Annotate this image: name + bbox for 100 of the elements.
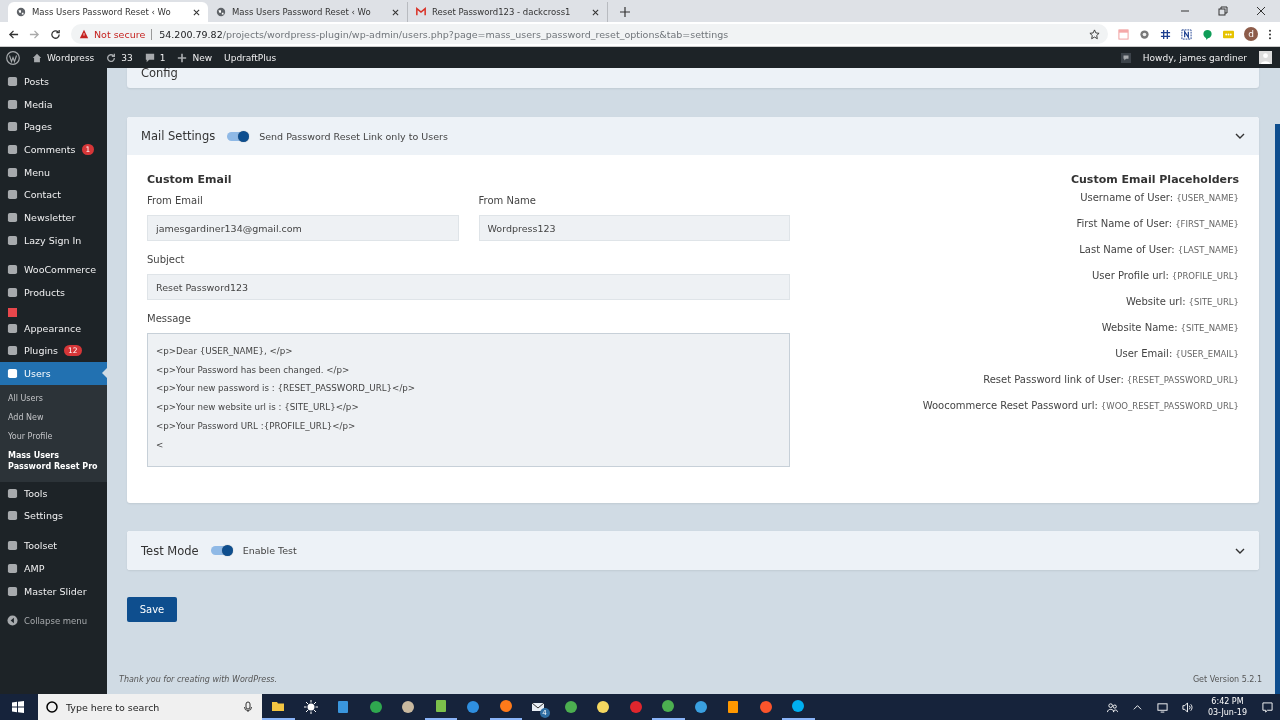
- app-icon: [563, 700, 578, 714]
- message-field[interactable]: <p>Dear {USER_NAME}, </p> <p>Your Password has been changed. </p> <p>Your new password is : {RESET_PASSWORD_URL}</p> <p>Your new website url is : {SITE_URL}</p> <p>Your Password URL :{PROFILE_URL}</p> <: [147, 333, 790, 467]
- chevron-icon[interactable]: [1235, 133, 1245, 139]
- volume-icon[interactable]: [1181, 701, 1193, 713]
- placeholder-token: {LAST_NAME}: [1177, 244, 1239, 255]
- close-icon[interactable]: [193, 8, 200, 16]
- speech-bubble-icon[interactable]: [1120, 52, 1131, 63]
- app-icon: [596, 700, 611, 714]
- sidebar-item[interactable]: Tools: [0, 481, 107, 505]
- name-field[interactable]: Wordpress123: [478, 215, 790, 241]
- panel-title: Mail Settings: [141, 129, 216, 143]
- browser-tab[interactable]: Mass Users Password Reset ‹ Wo: [8, 2, 208, 22]
- gear-icon[interactable]: [1139, 28, 1150, 40]
- placeholder-token: {USER_EMAIL}: [1175, 348, 1239, 359]
- square-icon: [7, 234, 18, 246]
- sidebar-item[interactable]: Lazy Sign In: [0, 228, 107, 252]
- chevron-icon[interactable]: [1235, 547, 1245, 554]
- reload-icon[interactable]: [50, 28, 61, 40]
- more-icon[interactable]: [1268, 28, 1272, 40]
- panel-header[interactable]: Test Mode Enable Test: [127, 531, 1259, 570]
- sidebar-item[interactable]: Newsletter: [0, 206, 107, 229]
- new-link[interactable]: New: [177, 52, 213, 63]
- sidebar-item[interactable]: Contact: [0, 183, 107, 207]
- new-tab-icon[interactable]: [620, 7, 630, 17]
- sidebar-item[interactable]: Pages: [0, 115, 107, 139]
- site-link[interactable]: Wordpress: [32, 52, 95, 63]
- square-icon: [7, 98, 18, 110]
- collapse-menu-button[interactable]: Collapse menu: [0, 609, 107, 633]
- star-icon[interactable]: [1089, 28, 1100, 40]
- app-icon: [661, 699, 676, 713]
- field-label: Message: [147, 313, 192, 324]
- placeholder-token: {SITE_URL}: [1188, 296, 1239, 307]
- plugin-link[interactable]: UpdraftPlus: [224, 52, 277, 63]
- updates-link[interactable]: 33: [106, 52, 133, 63]
- sidebar-item[interactable]: Products: [0, 281, 107, 304]
- app-icon: [466, 700, 481, 714]
- square-icon: [7, 540, 18, 552]
- square-icon: [7, 75, 18, 87]
- sidebar-item[interactable]: Master Slider: [0, 579, 107, 603]
- scrollbar[interactable]: [1275, 124, 1280, 694]
- sidebar-item[interactable]: Media: [0, 92, 107, 116]
- placeholder-label: Woocommerce Reset Password url:: [922, 400, 1098, 411]
- save-button[interactable]: Save: [127, 597, 177, 622]
- square-icon: [7, 211, 18, 223]
- sidebar-item[interactable]: Posts: [0, 70, 107, 93]
- submenu-item[interactable]: Add New: [0, 407, 107, 427]
- search-field[interactable]: Type here to search: [38, 694, 262, 720]
- close-icon[interactable]: [592, 8, 599, 16]
- sidebar-item[interactable]: Menu: [0, 160, 107, 184]
- notification-icon[interactable]: [1262, 701, 1273, 713]
- app-icon: [401, 700, 416, 714]
- restore-icon[interactable]: [1218, 6, 1228, 16]
- app-icon: [758, 700, 773, 714]
- section-title: Custom Email: [147, 173, 233, 186]
- square-icon: [7, 166, 18, 178]
- address-bar[interactable]: Not secure 54.200.79.82/projects/wordpress-plugin/wp-admin/users.php?page=mass_users_password_reset_options&tab=settings: [71, 24, 1108, 44]
- grid-icon[interactable]: [1160, 28, 1171, 40]
- submenu-item[interactable]: Mass Users Password Reset Pro: [0, 445, 107, 476]
- user-greeting[interactable]: Howdy, james gardiner: [1142, 52, 1247, 63]
- square-icon: [7, 322, 18, 334]
- people-icon[interactable]: [1106, 701, 1118, 713]
- panel-header[interactable]: Mail Settings Send Password Reset Link only to Users: [127, 117, 1259, 155]
- bubble-icon[interactable]: [1202, 28, 1213, 40]
- refresh-icon: [106, 52, 117, 63]
- close-icon[interactable]: [392, 8, 399, 16]
- app-icon: [498, 699, 513, 713]
- app-icon: [336, 700, 351, 714]
- app-icon: [433, 699, 448, 713]
- sidebar-item[interactable]: AMP: [0, 557, 107, 580]
- profile-avatar[interactable]: d: [1244, 27, 1258, 41]
- email-field[interactable]: jamesgardiner134@gmail.com: [147, 215, 459, 241]
- sidebar-item[interactable]: WooCommerce: [0, 258, 107, 282]
- subject-field[interactable]: Reset Password123: [147, 274, 790, 300]
- square-icon: [7, 143, 18, 155]
- toggle-switch[interactable]: [227, 131, 250, 141]
- sidebar-item[interactable]: Appearance: [0, 316, 107, 340]
- globe-icon: [16, 7, 26, 17]
- toggle-switch[interactable]: [210, 546, 233, 555]
- sidebar-item[interactable]: Settings: [0, 504, 107, 528]
- panel-title: Test Mode: [141, 543, 199, 558]
- wordpress-logo-icon[interactable]: [6, 50, 20, 65]
- placeholder-token: {WOO_RESET_PASSWORD_URL}: [1100, 400, 1239, 411]
- clock[interactable]: 6:42 PM 03-Jun-19: [1207, 696, 1247, 718]
- sun-icon: [303, 700, 318, 714]
- square-icon: [7, 287, 18, 299]
- envelope-icon: [531, 700, 546, 714]
- field-label: From Name: [478, 195, 537, 206]
- speech-bubble-icon: [144, 52, 155, 63]
- windows-icon[interactable]: [12, 701, 24, 713]
- comments-link[interactable]: 1: [144, 52, 166, 63]
- submenu-item[interactable]: Your Profile: [0, 426, 107, 446]
- square-icon: [7, 189, 18, 201]
- sidebar-item[interactable]: Toolset: [0, 534, 107, 557]
- sidebar-item[interactable]: Users: [0, 362, 107, 385]
- submenu-item[interactable]: All Users: [0, 388, 107, 408]
- back-icon[interactable]: [8, 28, 19, 40]
- dots-icon[interactable]: [1223, 28, 1234, 40]
- version-text: Get Version 5.2.1: [1192, 675, 1262, 684]
- square-icon: [7, 585, 18, 597]
- close-icon[interactable]: [1256, 6, 1266, 16]
